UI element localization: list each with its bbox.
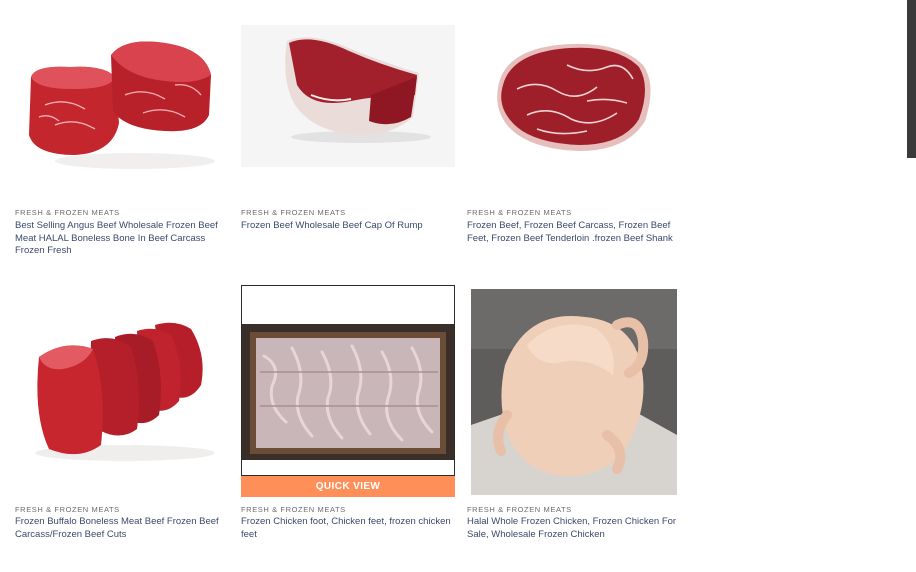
product-card[interactable]: FRESH & FROZEN MEATS Frozen Beef, Frozen… xyxy=(467,25,681,244)
product-title[interactable]: Frozen Beef Wholesale Beef Cap Of Rump xyxy=(241,220,455,233)
product-category[interactable]: FRESH & FROZEN MEATS xyxy=(241,208,346,218)
product-title[interactable]: Frozen Chicken foot, Chicken feet, froze… xyxy=(241,516,455,541)
product-category[interactable]: FRESH & FROZEN MEATS xyxy=(15,505,120,515)
product-card[interactable]: FRESH & FROZEN MEATS Best Selling Angus … xyxy=(15,25,229,256)
product-category[interactable]: FRESH & FROZEN MEATS xyxy=(15,208,120,218)
scrollbar-thumb[interactable] xyxy=(907,0,916,158)
product-title[interactable]: Frozen Beef, Frozen Beef Carcass, Frozen… xyxy=(467,220,681,245)
product-image-beef-cap-of-rump[interactable] xyxy=(241,25,455,208)
product-title[interactable]: Best Selling Angus Beef Wholesale Frozen… xyxy=(15,220,229,258)
product-image-whole-chicken[interactable] xyxy=(467,285,681,495)
product-image-beef-steaks[interactable] xyxy=(15,25,229,208)
product-title[interactable]: Frozen Buffalo Boneless Meat Beef Frozen… xyxy=(15,516,229,541)
product-card[interactable]: FRESH & FROZEN MEATS Halal Whole Frozen … xyxy=(467,285,681,540)
product-image-chicken-feet-box[interactable] xyxy=(241,285,455,476)
product-card[interactable]: FRESH & FROZEN MEATS Frozen Beef Wholesa… xyxy=(241,25,455,231)
product-card[interactable]: FRESH & FROZEN MEATS Frozen Buffalo Bone… xyxy=(15,285,229,540)
product-image-sliced-buffalo-meat[interactable] xyxy=(15,285,229,468)
page-scrollbar[interactable] xyxy=(906,0,916,572)
product-image-ribeye-steak[interactable] xyxy=(467,25,681,208)
product-category[interactable]: FRESH & FROZEN MEATS xyxy=(467,505,572,515)
quick-view-button[interactable]: QUICK VIEW xyxy=(241,476,455,497)
product-category[interactable]: FRESH & FROZEN MEATS xyxy=(467,208,572,218)
product-category[interactable]: FRESH & FROZEN MEATS xyxy=(241,505,346,515)
product-title[interactable]: Halal Whole Frozen Chicken, Frozen Chick… xyxy=(467,516,681,541)
